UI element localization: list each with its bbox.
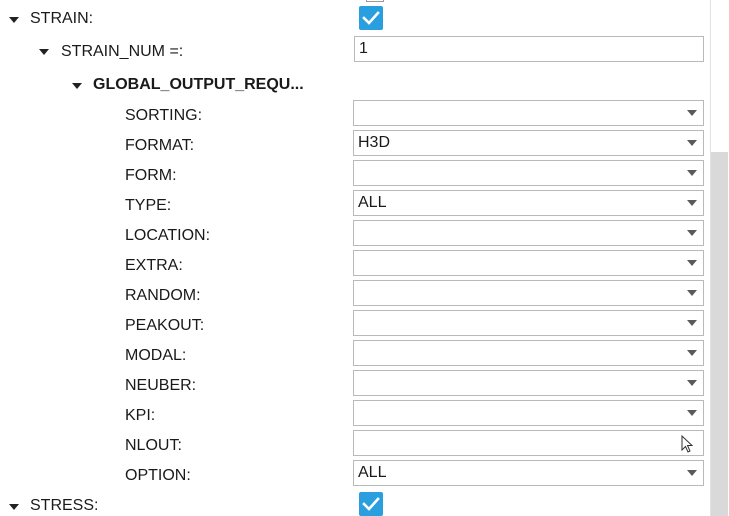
checkmark-icon	[362, 497, 380, 511]
mouse-pointer-icon	[681, 435, 694, 453]
global-output-request-label: GLOBAL_OUTPUT_REQU...	[93, 76, 304, 93]
form-label: FORM:	[125, 167, 177, 184]
sorting-select[interactable]	[353, 100, 704, 126]
kpi-label: KPI:	[125, 407, 156, 424]
format-select[interactable]: H3D	[353, 130, 704, 156]
chevron-down-icon	[687, 170, 697, 176]
chevron-down-icon	[687, 350, 697, 356]
vertical-scrollbar-thumb[interactable]	[711, 152, 728, 516]
random-label: RANDOM:	[125, 287, 201, 304]
nlout-label: NLOUT:	[125, 437, 182, 454]
modal-label: MODAL:	[125, 347, 187, 364]
strain-num-expand-caret-icon[interactable]	[39, 49, 49, 55]
strain-num-input[interactable]: 1	[354, 36, 704, 62]
option-value: ALL	[358, 464, 387, 481]
strain-label: STRAIN:	[30, 10, 94, 27]
chevron-down-icon	[687, 260, 697, 266]
extra-select[interactable]	[353, 250, 704, 276]
global-output-request-expand-caret-icon[interactable]	[72, 83, 82, 89]
type-label: TYPE:	[125, 197, 172, 214]
peakout-select[interactable]	[353, 310, 704, 336]
kpi-select[interactable]	[353, 400, 704, 426]
format-value: H3D	[358, 134, 391, 151]
chevron-down-icon	[687, 320, 697, 326]
chevron-down-icon	[687, 200, 697, 206]
peakout-label: PEAKOUT:	[125, 317, 205, 334]
option-label: OPTION:	[125, 467, 191, 484]
strain-expand-caret-icon[interactable]	[9, 17, 19, 23]
stress-label: STRESS:	[30, 497, 99, 514]
chevron-down-icon	[687, 470, 697, 476]
chevron-down-icon	[687, 410, 697, 416]
strain-checkbox[interactable]	[359, 6, 383, 30]
stress-checkbox[interactable]	[359, 492, 383, 516]
option-select[interactable]: ALL	[353, 460, 704, 486]
location-select[interactable]	[353, 220, 704, 246]
attribute-tree-panel: STRAIN: STRAIN_NUM =: 1 GLOBAL_OUTPUT_RE…	[0, 0, 729, 516]
chevron-down-icon	[687, 380, 697, 386]
chevron-down-icon	[687, 110, 697, 116]
random-select[interactable]	[353, 280, 704, 306]
previous-row-control-edge	[366, 0, 384, 2]
chevron-down-icon	[687, 140, 697, 146]
modal-select[interactable]	[353, 340, 704, 366]
nlout-input[interactable]	[353, 430, 704, 456]
extra-label: EXTRA:	[125, 257, 183, 274]
neuber-label: NEUBER:	[125, 377, 197, 394]
checkmark-icon	[362, 11, 380, 25]
stress-expand-caret-icon[interactable]	[9, 504, 19, 510]
sorting-label: SORTING:	[125, 107, 203, 124]
chevron-down-icon	[687, 230, 697, 236]
format-label: FORMAT:	[125, 137, 195, 154]
type-select[interactable]: ALL	[353, 190, 704, 216]
form-select[interactable]	[353, 160, 704, 186]
strain-num-label: STRAIN_NUM =:	[61, 43, 184, 60]
chevron-down-icon	[687, 290, 697, 296]
location-label: LOCATION:	[125, 227, 211, 244]
type-value: ALL	[358, 194, 387, 211]
neuber-select[interactable]	[353, 370, 704, 396]
